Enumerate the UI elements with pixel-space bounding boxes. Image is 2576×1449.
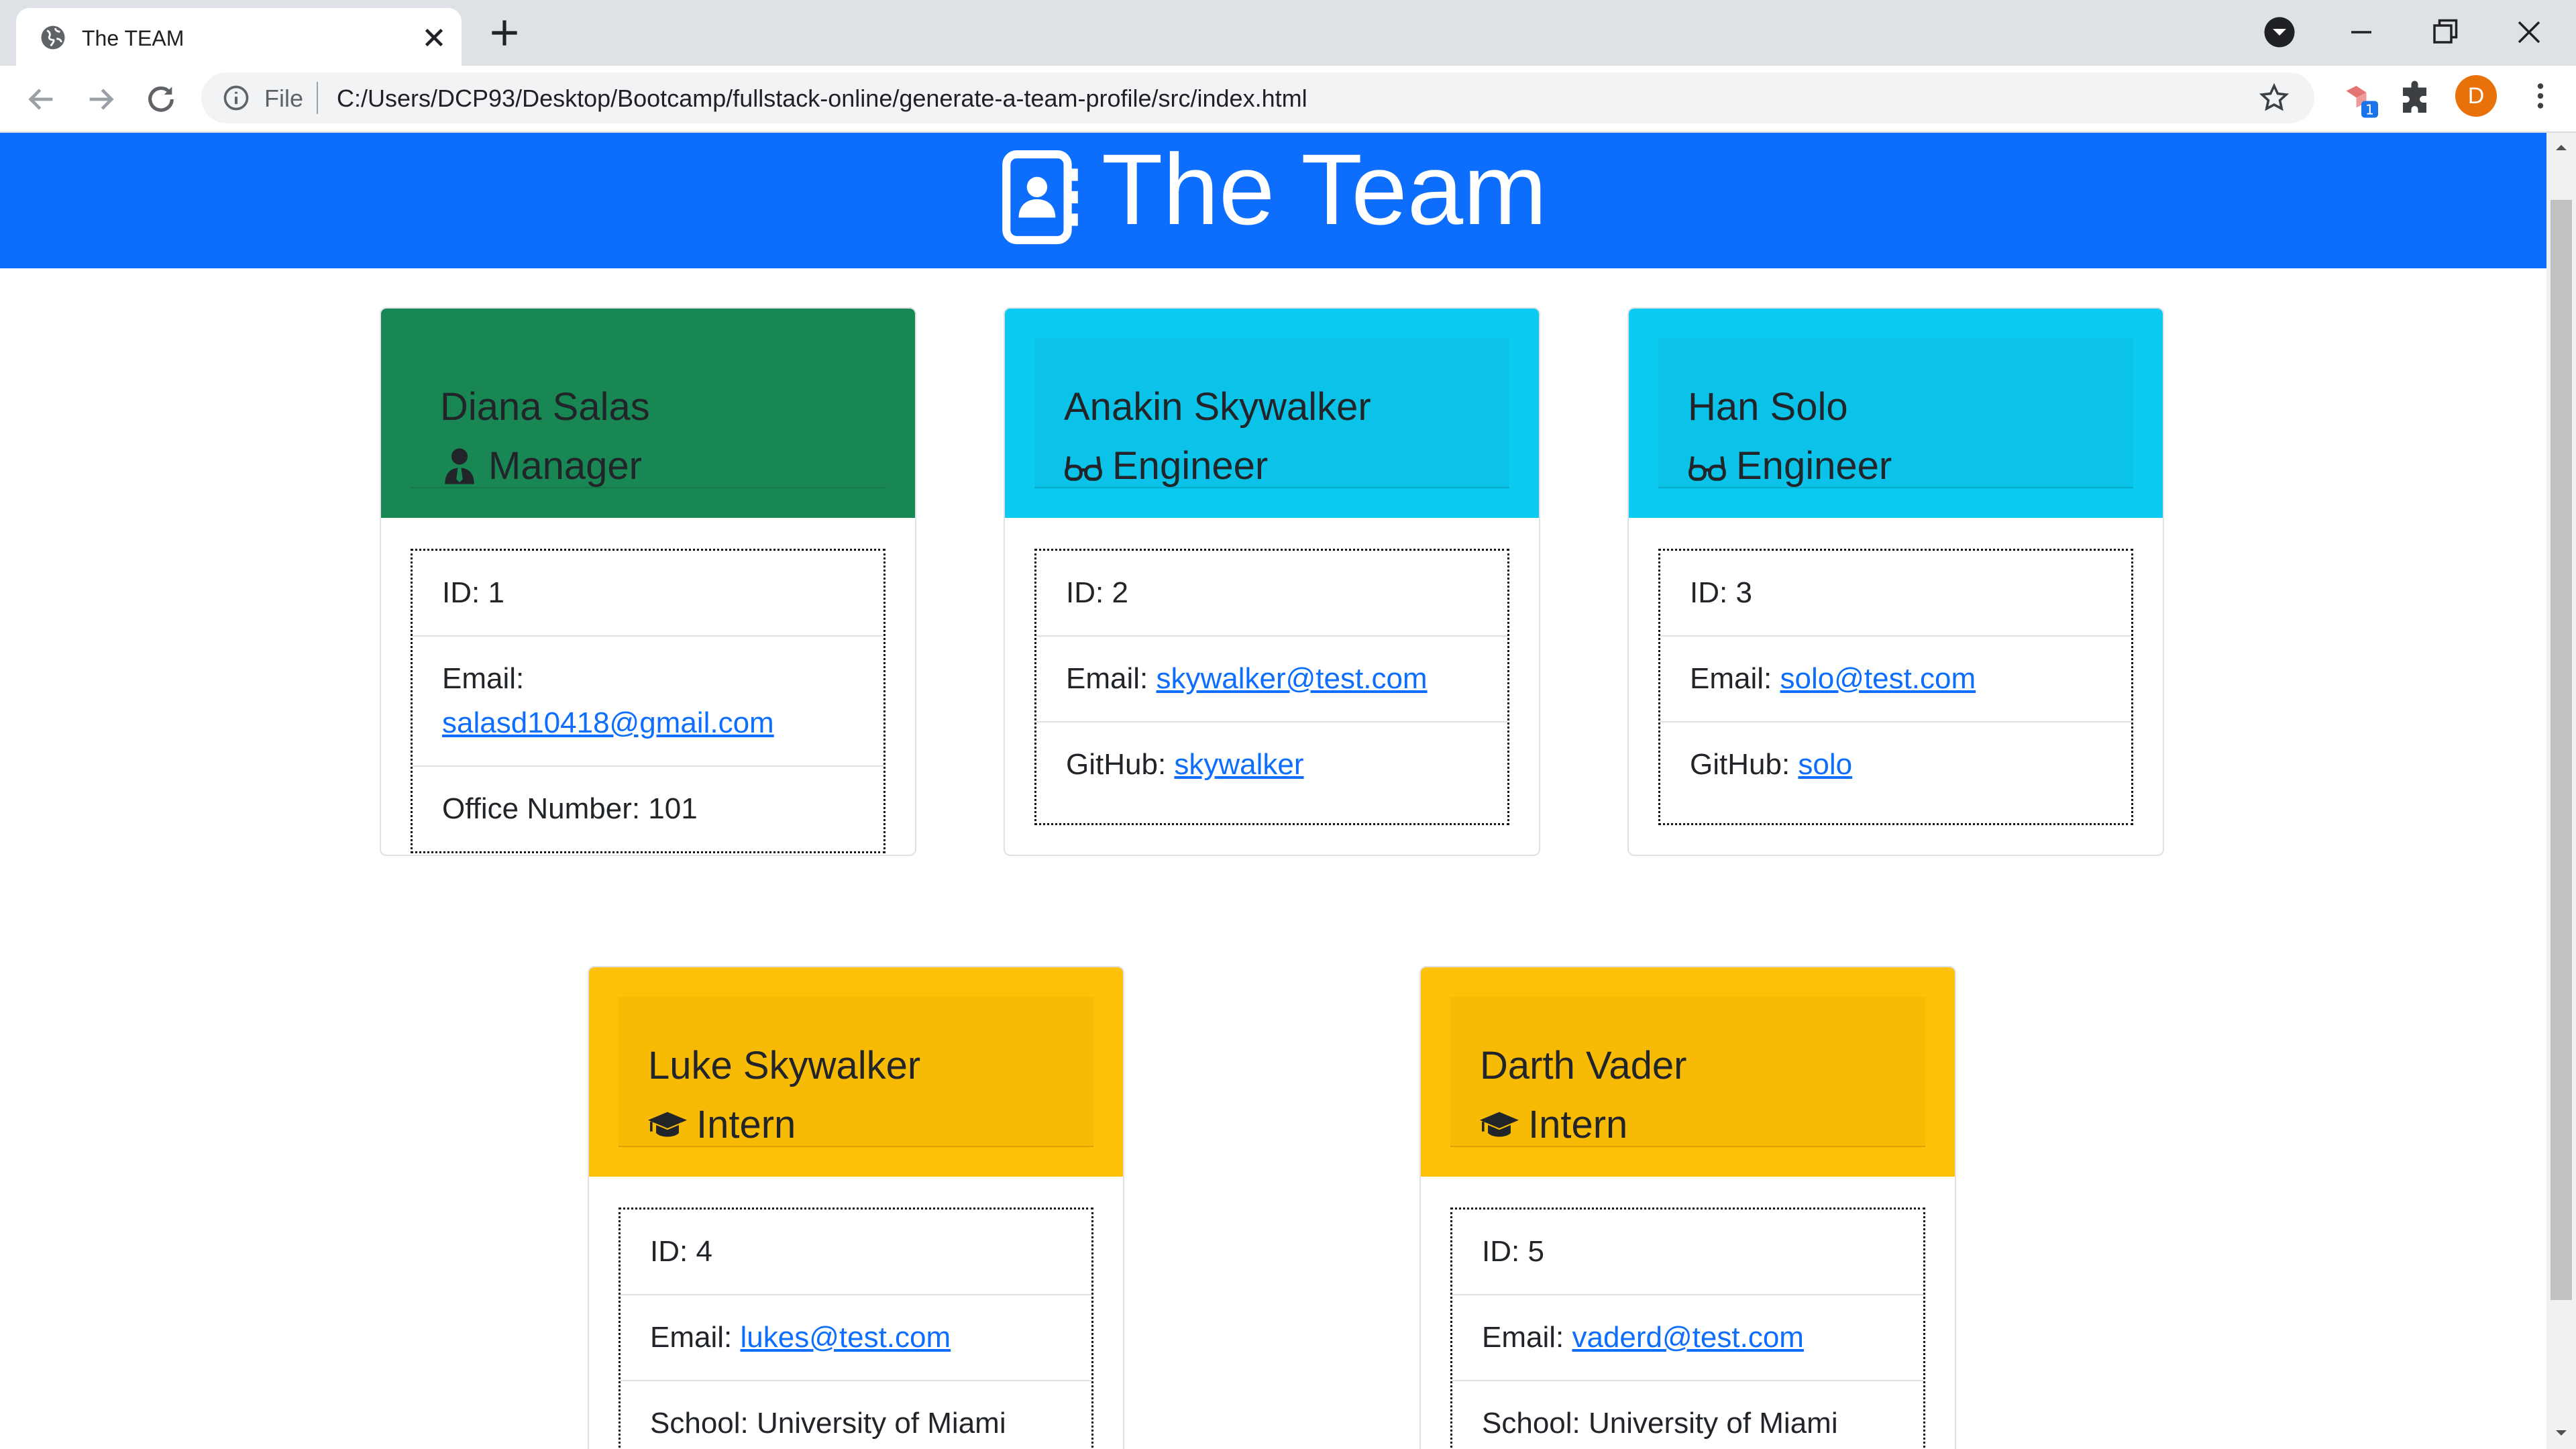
- close-icon[interactable]: [419, 22, 449, 53]
- github-row: GitHub: skywalker: [1036, 722, 1507, 807]
- employee-details: ID: 1 Email: salasd10418@gmail.com Offic…: [411, 549, 885, 853]
- reload-icon[interactable]: [142, 80, 180, 118]
- employee-name: Han Solo: [1688, 385, 1848, 429]
- employee-id: ID: 4: [621, 1210, 1091, 1295]
- page-viewport[interactable]: The Team Diana Salas Manager ID: 1 Email…: [0, 133, 2576, 1449]
- more-menu-icon[interactable]: [2524, 79, 2557, 113]
- employee-role: Engineer: [1688, 443, 1892, 490]
- employee-role-label: Engineer: [1736, 444, 1892, 488]
- employee-details: ID: 3 Email: solo@test.com GitHub: solo: [1658, 549, 2133, 825]
- email-label: Email:: [1482, 1321, 1564, 1354]
- employee-name: Diana Salas: [440, 385, 650, 429]
- scheme-label: File: [264, 85, 304, 112]
- back-icon[interactable]: [23, 80, 60, 118]
- employee-card: Anakin Skywalker Engineer ID: 2 Email: s…: [1004, 307, 1540, 856]
- card-header: Han Solo Engineer: [1629, 309, 2163, 518]
- employee-id: ID: 1: [413, 551, 883, 637]
- browser-tab[interactable]: The TEAM: [16, 8, 462, 66]
- extensions-puzzle-icon[interactable]: [2396, 79, 2436, 119]
- address-divider: [317, 82, 318, 114]
- employee-id: ID: 5: [1452, 1210, 1923, 1295]
- graduation-cap-icon: [1480, 1112, 1519, 1137]
- email-link[interactable]: lukes@test.com: [740, 1321, 951, 1354]
- restore-icon[interactable]: [2424, 12, 2465, 52]
- employee-role-label: Engineer: [1112, 444, 1269, 488]
- employee-role: Intern: [648, 1102, 796, 1148]
- vertical-scrollbar[interactable]: [2546, 133, 2576, 1449]
- page-title: The Team: [1101, 133, 1548, 246]
- employee-email-row: Email: lukes@test.com: [621, 1295, 1091, 1381]
- user-tie-icon: [445, 448, 474, 484]
- employee-card: Han Solo Engineer ID: 3 Email: solo@test…: [1627, 307, 2164, 856]
- github-label: GitHub:: [1690, 748, 1790, 781]
- glasses-icon: [1688, 456, 1726, 481]
- employee-card: Luke Skywalker Intern ID: 4 Email: lukes…: [588, 966, 1124, 1449]
- email-label: Email:: [1690, 662, 1772, 695]
- bookmark-star-icon[interactable]: [2258, 82, 2290, 114]
- card-header: Luke Skywalker Intern: [589, 967, 1123, 1177]
- employee-name: Luke Skywalker: [648, 1044, 921, 1087]
- github-row: GitHub: solo: [1660, 722, 2131, 807]
- employee-email-row: Email: vaderd@test.com: [1452, 1295, 1923, 1381]
- scroll-up-arrow-icon[interactable]: [2555, 141, 2568, 154]
- employee-email-row: Email: skywalker@test.com: [1036, 637, 1507, 722]
- employee-card: Darth Vader Intern ID: 5 Email: vaderd@t…: [1419, 966, 1956, 1449]
- extension-badge-count: 1: [2365, 102, 2374, 118]
- new-tab-icon[interactable]: [486, 14, 523, 52]
- forward-icon[interactable]: [82, 80, 119, 118]
- tab-search-icon[interactable]: [2259, 12, 2300, 52]
- employee-email-row: Email: salasd10418@gmail.com: [413, 637, 883, 767]
- email-label: Email:: [650, 1321, 733, 1354]
- glasses-icon: [1065, 456, 1102, 481]
- employee-details: ID: 4 Email: lukes@test.com School: Univ…: [619, 1208, 1093, 1449]
- employee-id: ID: 2: [1036, 551, 1507, 637]
- school-row: School: University of Miami: [1482, 1407, 1838, 1440]
- address-book-icon: [1002, 150, 1078, 244]
- minimize-icon[interactable]: [2341, 12, 2381, 52]
- card-header: Diana Salas Manager: [381, 309, 915, 518]
- office-number: Office Number: 101: [442, 792, 698, 825]
- employee-id: ID: 3: [1660, 551, 2131, 637]
- github-link[interactable]: solo: [1798, 748, 1852, 781]
- graduation-cap-icon: [648, 1112, 687, 1137]
- email-link[interactable]: solo@test.com: [1780, 662, 1976, 695]
- email-label: Email:: [442, 662, 525, 695]
- employee-details: ID: 5 Email: vaderd@test.com School: Uni…: [1450, 1208, 1925, 1449]
- header-banner: The Team: [0, 133, 2546, 268]
- card-header: Anakin Skywalker Engineer: [1005, 309, 1539, 518]
- url-text[interactable]: C:/Users/DCP93/Desktop/Bootcamp/fullstac…: [337, 84, 1307, 113]
- employee-name: Anakin Skywalker: [1064, 385, 1371, 429]
- school-row: School: University of Miami: [650, 1407, 1006, 1440]
- employee-role-label: Intern: [1528, 1103, 1628, 1146]
- tab-strip: The TEAM: [0, 0, 2576, 66]
- employee-role: Manager: [440, 443, 642, 490]
- window-close-icon[interactable]: [2509, 12, 2549, 52]
- employee-name: Darth Vader: [1480, 1044, 1687, 1087]
- employee-card: Diana Salas Manager ID: 1 Email: salasd1…: [380, 307, 916, 856]
- employee-role: Intern: [1480, 1102, 1627, 1148]
- employee-role: Engineer: [1064, 443, 1268, 490]
- employee-details: ID: 2 Email: skywalker@test.com GitHub: …: [1034, 549, 1509, 825]
- browser-toolbar: File C:/Users/DCP93/Desktop/Bootcamp/ful…: [0, 66, 2576, 133]
- github-link[interactable]: skywalker: [1174, 748, 1303, 781]
- address-bar[interactable]: File C:/Users/DCP93/Desktop/Bootcamp/ful…: [201, 72, 2314, 123]
- employee-email-row: Email: solo@test.com: [1660, 637, 2131, 722]
- email-label: Email:: [1066, 662, 1148, 695]
- tab-title: The TEAM: [82, 26, 184, 50]
- email-link[interactable]: skywalker@test.com: [1156, 662, 1427, 695]
- scrollbar-thumb[interactable]: [2551, 200, 2572, 1300]
- employee-role-label: Manager: [488, 444, 642, 488]
- globe-icon: [41, 25, 65, 50]
- email-link[interactable]: salasd10418@gmail.com: [442, 706, 774, 739]
- card-header: Darth Vader Intern: [1421, 967, 1955, 1177]
- employee-role-label: Intern: [696, 1103, 796, 1146]
- extension-badge-icon[interactable]: 1: [2341, 79, 2381, 119]
- scroll-down-arrow-icon[interactable]: [2555, 1426, 2568, 1440]
- email-link[interactable]: vaderd@test.com: [1572, 1321, 1803, 1354]
- profile-avatar[interactable]: D: [2455, 75, 2497, 117]
- info-icon[interactable]: [221, 83, 251, 113]
- github-label: GitHub:: [1066, 748, 1167, 781]
